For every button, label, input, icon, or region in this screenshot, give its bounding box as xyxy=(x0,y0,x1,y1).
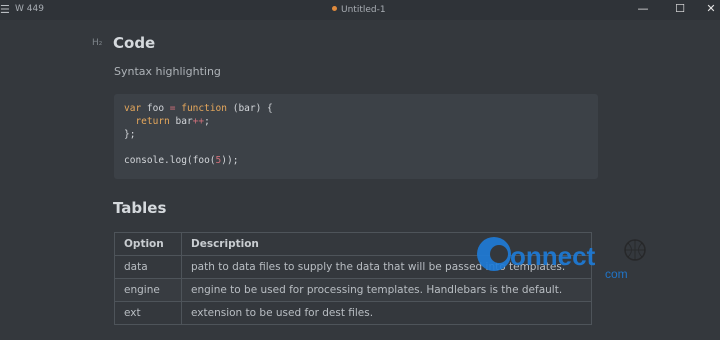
code-token: foo xyxy=(146,103,170,114)
word-count[interactable]: W 449 xyxy=(15,3,44,15)
code-token: bar xyxy=(175,116,193,127)
code-token: return xyxy=(135,116,176,127)
table-cell-option: data xyxy=(114,255,182,279)
code-line[interactable]: console.log(foo(5)); xyxy=(124,154,238,167)
title-bar: ☰ W 449 Untitled-1 — ☐ ✕ xyxy=(0,0,720,20)
tables-heading: Tables xyxy=(113,199,167,217)
code-token: var xyxy=(124,103,147,114)
code-token: = xyxy=(169,103,182,114)
code-line[interactable]: }; xyxy=(124,128,135,141)
close-button[interactable]: ✕ xyxy=(701,1,720,17)
svg-text:onnect: onnect xyxy=(510,241,596,271)
code-heading: Code xyxy=(113,34,156,52)
table-cell-description: extension to be used for dest files. xyxy=(181,301,592,325)
table-cell-option: ext xyxy=(114,301,182,325)
table-row: ext extension to be used for dest files. xyxy=(114,301,592,325)
minimize-button[interactable]: — xyxy=(633,1,653,17)
heading-level-marker: H₂ xyxy=(92,38,103,48)
table-cell-description: engine to be used for processing templat… xyxy=(181,278,592,302)
table-cell-option: engine xyxy=(114,278,182,302)
code-line[interactable]: var foo = function (bar) { xyxy=(124,102,273,115)
hamburger-menu-icon[interactable]: ☰ xyxy=(0,3,10,17)
code-token: ++ xyxy=(192,116,205,127)
svg-text:com: com xyxy=(605,267,628,281)
maximize-button[interactable]: ☐ xyxy=(670,1,690,17)
code-token: (bar) { xyxy=(232,103,273,114)
code-token: console.log(foo( xyxy=(124,155,216,166)
code-token: function xyxy=(181,103,233,114)
connect-watermark-logo: onnect com xyxy=(477,237,646,281)
document-title-text: Untitled-1 xyxy=(341,5,386,15)
code-line[interactable]: return bar++; xyxy=(124,115,210,128)
syntax-paragraph: Syntax highlighting xyxy=(114,65,221,78)
document-title: Untitled-1 xyxy=(332,4,386,16)
code-token: )); xyxy=(221,155,239,166)
code-block[interactable]: var foo = function (bar) { return bar++;… xyxy=(114,94,598,179)
code-token: ; xyxy=(204,116,210,127)
table-header-option: Option xyxy=(114,232,182,256)
unsaved-dot-icon xyxy=(332,6,337,11)
table-row: engine engine to be used for processing … xyxy=(114,278,592,302)
code-token: }; xyxy=(124,129,136,140)
